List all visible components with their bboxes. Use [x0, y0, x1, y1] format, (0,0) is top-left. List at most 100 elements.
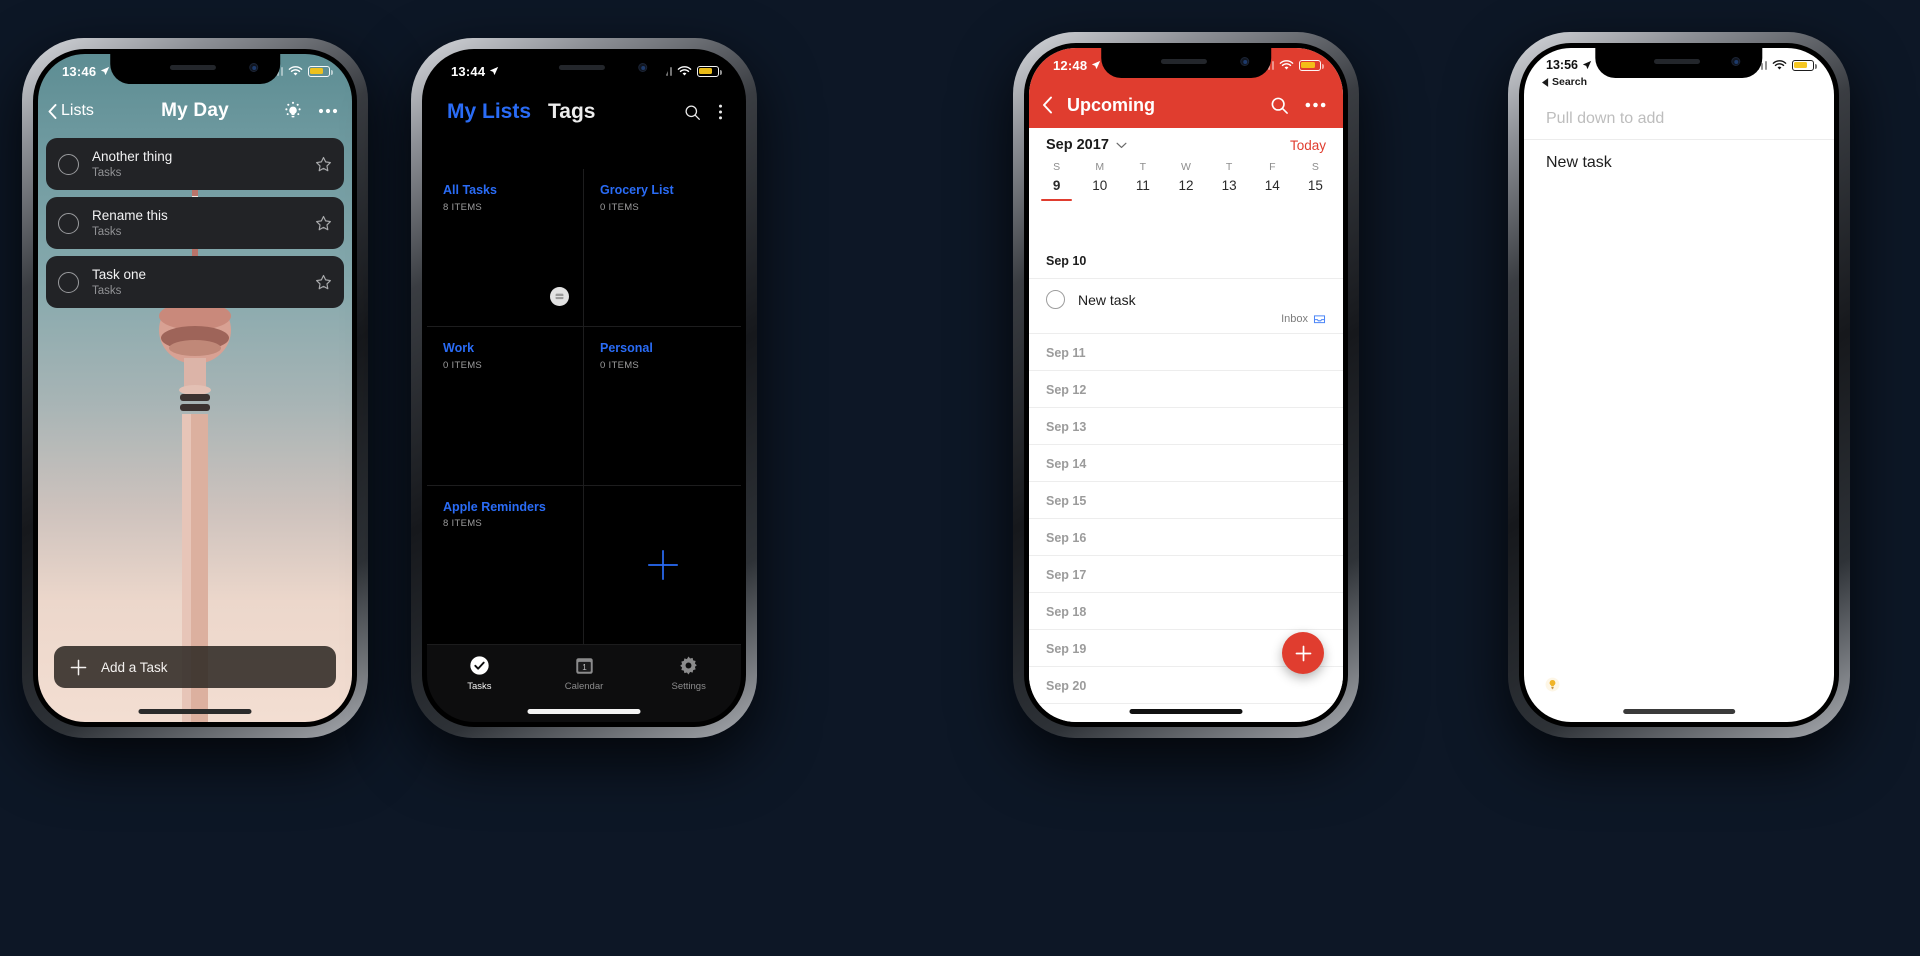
phone1-header: Lists My Day: [38, 88, 352, 134]
day-group[interactable]: Sep 18: [1029, 593, 1343, 630]
date-cell[interactable]: 10: [1078, 178, 1121, 201]
task-row[interactable]: Another thing Tasks: [46, 138, 344, 190]
day-heading: Sep 13: [1046, 420, 1087, 434]
day-heading: Sep 12: [1046, 383, 1087, 397]
task-name: Rename this: [92, 207, 168, 223]
add-task-button[interactable]: Add a Task: [54, 646, 336, 688]
phone-notch: [1101, 48, 1271, 78]
home-indicator[interactable]: [138, 709, 252, 714]
home-indicator[interactable]: [1623, 709, 1735, 714]
battery-icon: [1792, 59, 1817, 71]
task-list-label: Inbox: [1281, 312, 1308, 325]
date-cell[interactable]: 15: [1294, 178, 1337, 201]
location-arrow-icon: [1092, 60, 1101, 70]
today-button[interactable]: Today: [1290, 138, 1326, 153]
status-left: 12:48: [1053, 58, 1101, 73]
list-cell-work[interactable]: Work 0 ITEMS: [427, 287, 584, 486]
task-list-label: Tasks: [92, 167, 122, 180]
task-row[interactable]: New task Inbox: [1029, 278, 1343, 333]
task-name: Another thing: [92, 148, 173, 164]
circle-checkbox-icon[interactable]: [1046, 290, 1065, 309]
list-cell-personal[interactable]: Personal 0 ITEMS: [584, 327, 741, 486]
day-group[interactable]: Sep 11: [1029, 334, 1343, 371]
search-icon[interactable]: [1270, 96, 1289, 115]
star-outline-icon[interactable]: [315, 215, 332, 232]
task-row[interactable]: Task one Tasks: [46, 256, 344, 308]
task-meta: Inbox: [1046, 312, 1326, 325]
back-to-lists-button[interactable]: Lists: [48, 102, 94, 120]
date-cell[interactable]: 12: [1164, 178, 1207, 201]
weekday-initials-row: S M T W T F S: [1029, 160, 1343, 173]
front-camera: [637, 63, 647, 72]
phone-mockup-my-lists: 13:44 My Lists Tags All Tasks 8 ITEMS Gr…: [411, 38, 757, 738]
lightbulb-icon[interactable]: [282, 100, 304, 122]
tab-label: Settings: [671, 681, 706, 692]
day-group[interactable]: Sep 13: [1029, 408, 1343, 445]
svg-text:1: 1: [582, 663, 587, 672]
front-camera: [1239, 57, 1249, 66]
add-list-button[interactable]: [600, 500, 725, 630]
task-text: Another thing Tasks: [92, 149, 315, 180]
task-name: Task one: [92, 266, 147, 282]
search-icon[interactable]: [684, 104, 701, 121]
ellipsis-icon[interactable]: [1305, 102, 1326, 108]
phone-bezel: 13:46 Lists My Day Another thing Tasks R…: [33, 49, 357, 727]
phone4-screen: 13:56 Search Pull down to add New task: [1524, 48, 1834, 722]
home-indicator[interactable]: [527, 709, 641, 714]
date-cell[interactable]: 11: [1121, 178, 1164, 201]
star-outline-icon[interactable]: [315, 156, 332, 173]
day-group[interactable]: Sep 16: [1029, 519, 1343, 556]
tab-label: Calendar: [564, 681, 604, 692]
day-heading: Sep 14: [1046, 457, 1087, 471]
kebab-menu-icon[interactable]: [718, 103, 723, 121]
task-line: New task: [1046, 290, 1326, 309]
plus-icon: [647, 549, 678, 580]
day-group[interactable]: Sep 15: [1029, 482, 1343, 519]
phone2-header: My Lists Tags: [427, 100, 741, 124]
list-cell-apple-reminders[interactable]: Apple Reminders 8 ITEMS: [427, 485, 584, 644]
date-cell[interactable]: 13: [1208, 178, 1251, 201]
phone-notch: [1595, 48, 1763, 78]
status-time: 13:44: [451, 63, 486, 79]
inbox-icon: [1313, 315, 1326, 324]
badge-glyph: [555, 293, 564, 300]
weekday-initial: M: [1095, 161, 1105, 173]
pull-down-to-add-field[interactable]: Pull down to add: [1524, 96, 1834, 140]
phone-mockup-my-day: 13:46 Lists My Day Another thing Tasks R…: [22, 38, 368, 738]
tab-tags[interactable]: Tags: [548, 100, 595, 124]
back-label: Search: [1552, 76, 1588, 88]
lightbulb-icon[interactable]: [1542, 674, 1562, 694]
day-group[interactable]: Sep 17: [1029, 556, 1343, 593]
star-outline-icon[interactable]: [315, 274, 332, 291]
circle-checkbox-icon[interactable]: [58, 153, 79, 175]
task-text: Task one Tasks: [92, 267, 315, 298]
phone1-screen: 13:46 Lists My Day Another thing Tasks R…: [38, 54, 352, 722]
tab-my-lists[interactable]: My Lists: [447, 100, 531, 124]
week-dates-row: 9 10 11 12 13 14 15: [1029, 173, 1343, 201]
home-indicator[interactable]: [1129, 709, 1243, 714]
day-group[interactable]: Sep 12: [1029, 371, 1343, 408]
circle-checkbox-icon[interactable]: [58, 271, 79, 293]
wifi-icon: [1279, 59, 1294, 70]
phone1-task-list: Another thing Tasks Rename this Tasks Ta…: [46, 138, 344, 315]
ellipsis-icon[interactable]: [318, 108, 338, 114]
circle-checkbox-icon[interactable]: [58, 212, 79, 234]
task-row[interactable]: New task: [1524, 140, 1834, 186]
tab-tasks[interactable]: Tasks: [427, 655, 532, 722]
date-cell-selected[interactable]: 9: [1035, 178, 1078, 201]
day-group[interactable]: Sep 14: [1029, 445, 1343, 482]
phone-bezel: 13:56 Search Pull down to add New task: [1519, 43, 1839, 727]
phone3-nav-bar: Upcoming: [1029, 82, 1343, 128]
page-title: Upcoming: [1067, 94, 1155, 115]
add-task-fab[interactable]: [1282, 632, 1324, 674]
tab-settings[interactable]: Settings: [636, 655, 741, 722]
list-cell-grocery-list[interactable]: Grocery List 0 ITEMS: [584, 169, 741, 328]
list-name: Apple Reminders: [443, 499, 546, 514]
weekday-initial: T: [1225, 161, 1233, 173]
task-row[interactable]: Rename this Tasks: [46, 197, 344, 249]
add-list-cell[interactable]: [584, 486, 741, 644]
date-cell[interactable]: 14: [1251, 178, 1294, 201]
chevron-left-icon[interactable]: [1042, 96, 1053, 114]
month-selector[interactable]: Sep 2017: [1046, 137, 1127, 153]
back-to-search-button[interactable]: Search: [1542, 76, 1587, 88]
